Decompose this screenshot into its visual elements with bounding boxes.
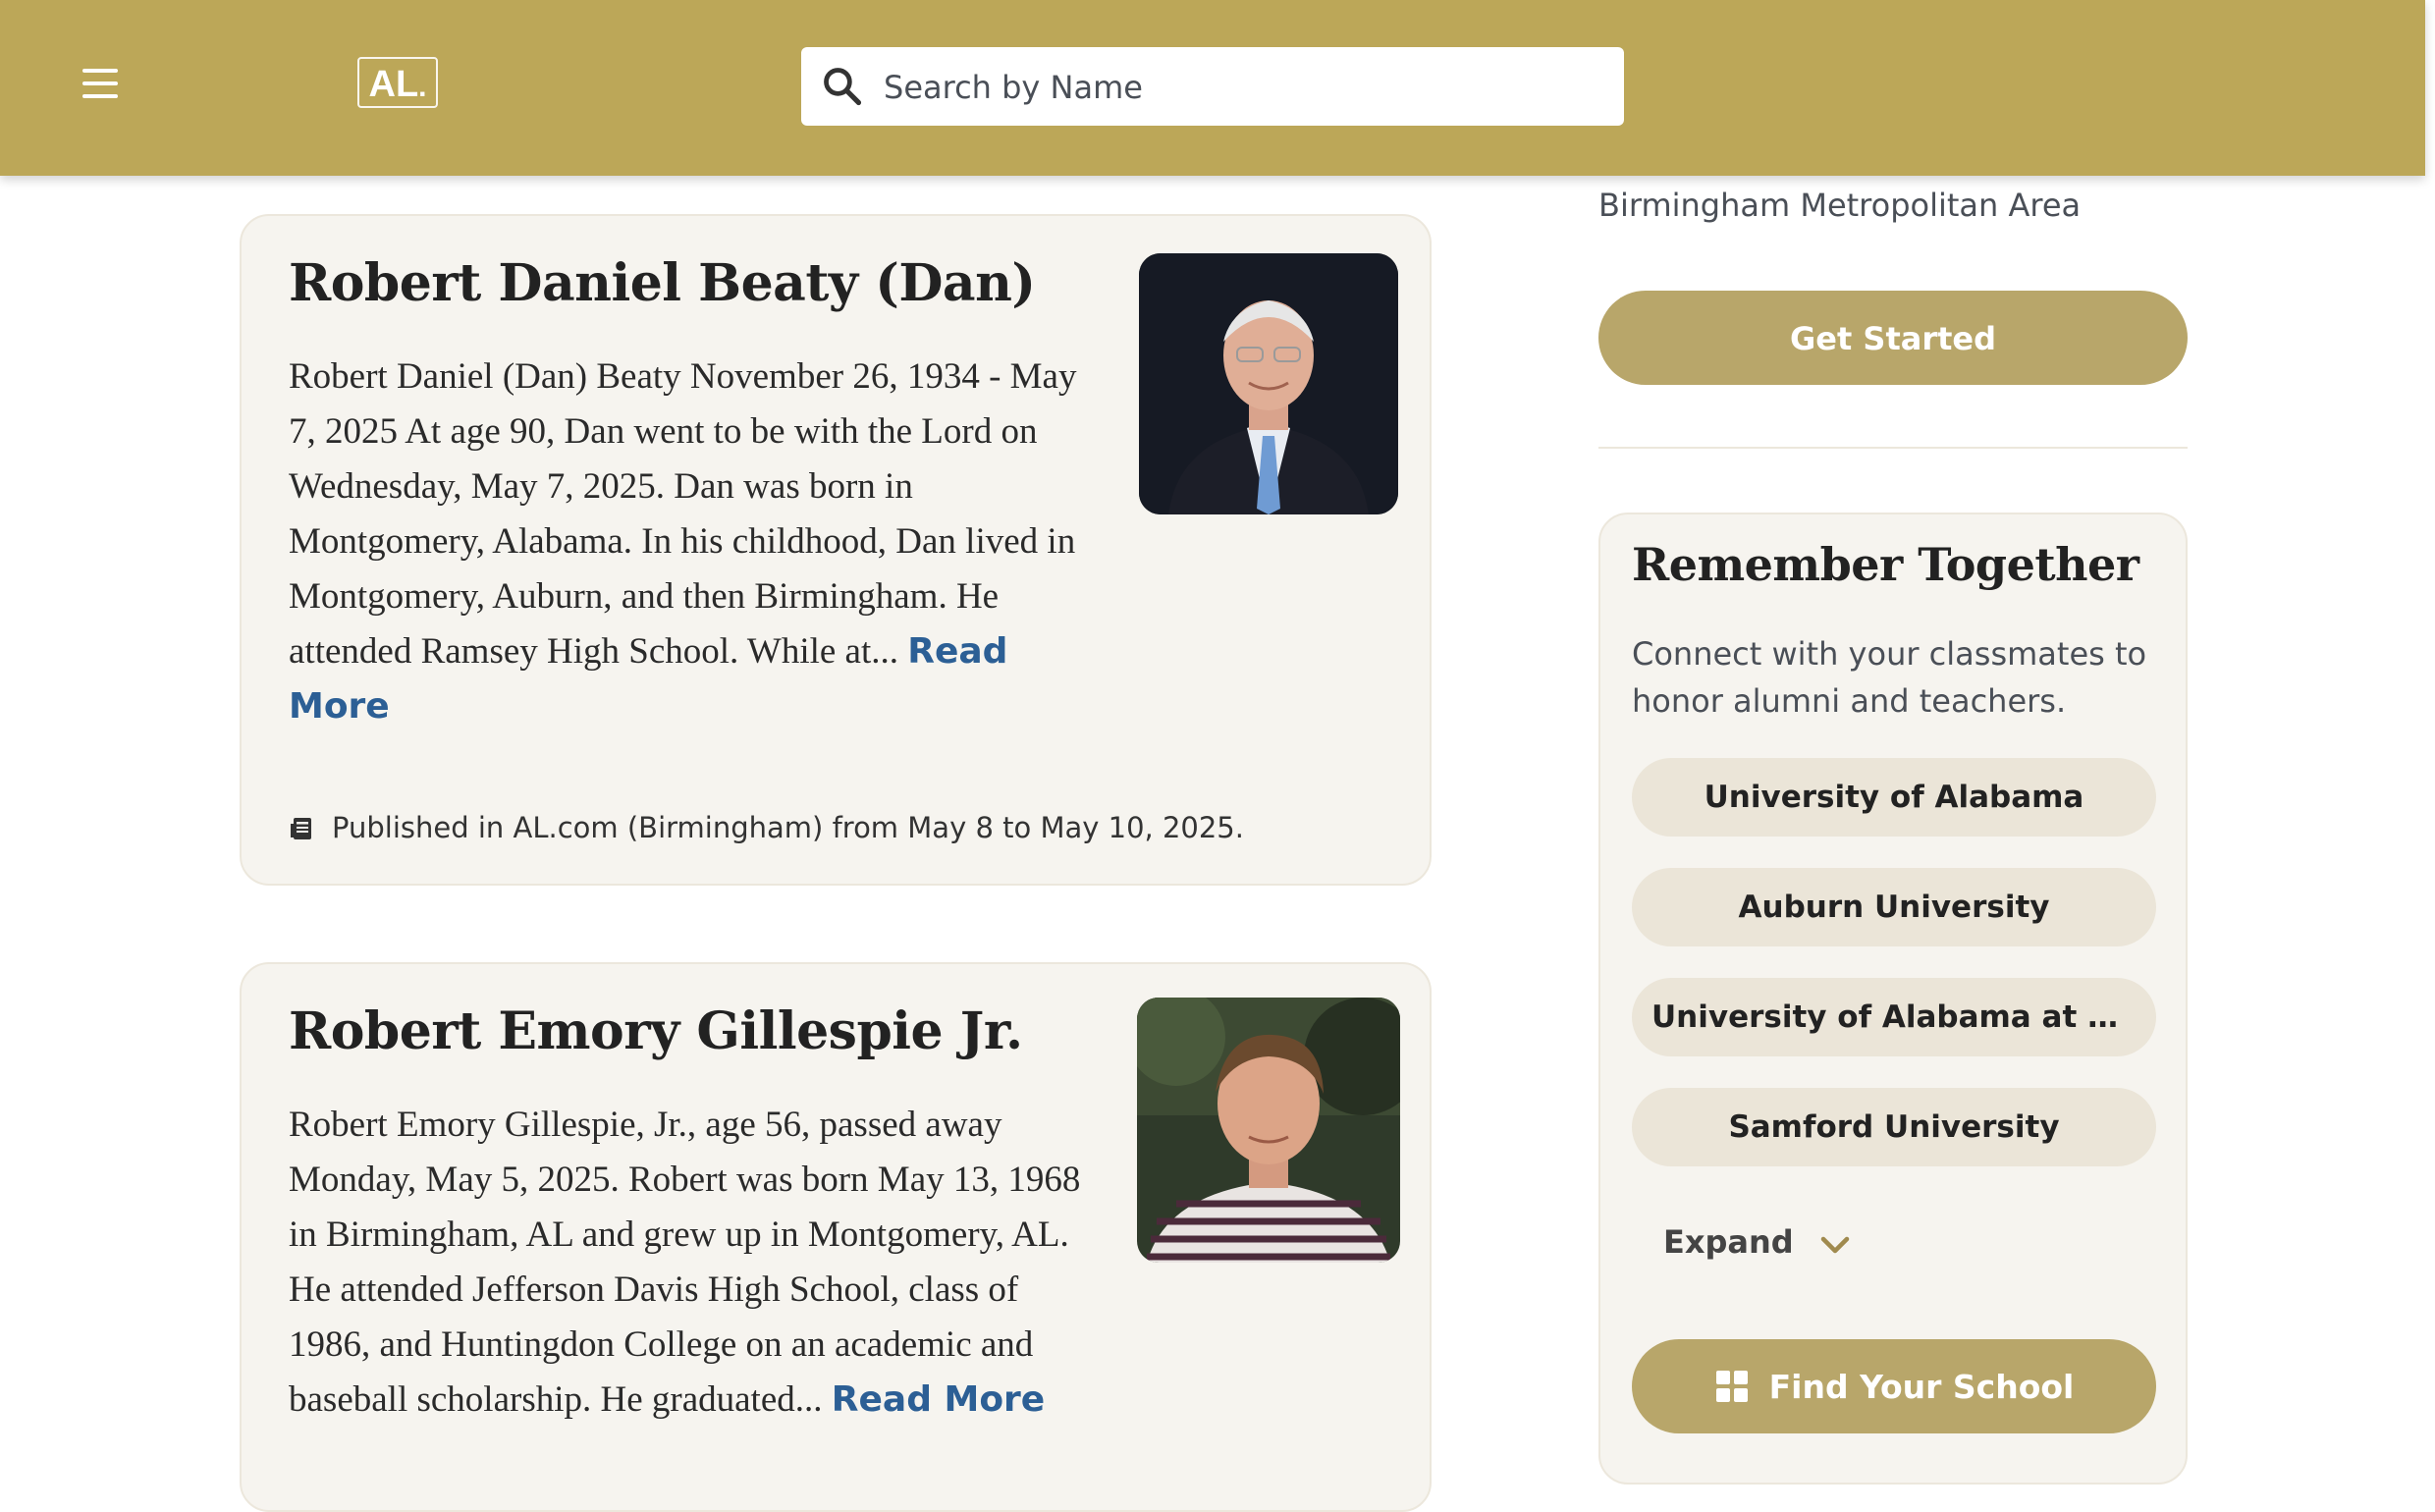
obituary-card: Robert Emory Gillespie Jr. Robert Emory …	[240, 962, 1432, 1512]
obituary-photo[interactable]	[1139, 253, 1398, 514]
metro-area-text: Birmingham Metropolitan Area	[1598, 187, 2082, 224]
obituary-name[interactable]: Robert Daniel Beaty (Dan)	[289, 253, 1036, 313]
published-info: Published in AL.com (Birmingham) from Ma…	[291, 811, 1244, 844]
expand-label: Expand	[1663, 1223, 1794, 1261]
school-button-uab[interactable]: University of Alabama at Bir...	[1632, 978, 2156, 1056]
excerpt-text: Robert Daniel (Dan) Beaty November 26, 1…	[289, 356, 1077, 672]
school-button-samford-university[interactable]: Samford University	[1632, 1088, 2156, 1166]
expand-button[interactable]: Expand	[1663, 1223, 1850, 1261]
panel-title: Remember Together	[1632, 538, 2139, 591]
chevron-down-icon	[1820, 1236, 1850, 1254]
grid-icon	[1715, 1371, 1748, 1402]
site-header: AL.	[0, 0, 2425, 176]
search-input[interactable]	[882, 47, 1593, 128]
site-logo[interactable]: AL.	[357, 57, 438, 108]
search-icon[interactable]	[821, 65, 864, 108]
obituary-photo[interactable]	[1137, 998, 1400, 1263]
school-button-university-of-alabama[interactable]: University of Alabama	[1632, 758, 2156, 837]
find-your-school-button[interactable]: Find Your School	[1632, 1339, 2156, 1433]
search-box	[801, 47, 1624, 128]
hamburger-menu-icon[interactable]	[77, 63, 128, 104]
panel-description: Connect with your classmates to honor al…	[1632, 635, 2147, 720]
obituary-excerpt: Robert Emory Gillespie, Jr., age 56, pas…	[289, 1098, 1094, 1428]
school-button-auburn-university[interactable]: Auburn University	[1632, 868, 2156, 946]
obituary-card: Robert Daniel Beaty (Dan) Robert Daniel …	[240, 214, 1432, 886]
published-text: Published in AL.com (Birmingham) from Ma…	[332, 811, 1244, 844]
remember-together-panel: Remember Together Connect with your clas…	[1598, 513, 2188, 1485]
get-started-button[interactable]: Get Started	[1598, 291, 2188, 385]
read-more-link[interactable]: Read More	[832, 1379, 1045, 1420]
excerpt-text: Robert Emory Gillespie, Jr., age 56, pas…	[289, 1105, 1081, 1420]
obituary-name[interactable]: Robert Emory Gillespie Jr.	[289, 1001, 1023, 1061]
obituary-excerpt: Robert Daniel (Dan) Beaty November 26, 1…	[289, 350, 1094, 734]
newspaper-icon	[291, 818, 311, 839]
find-school-label: Find Your School	[1768, 1368, 2075, 1406]
logo-text: AL	[368, 64, 419, 105]
divider	[1598, 447, 2188, 449]
